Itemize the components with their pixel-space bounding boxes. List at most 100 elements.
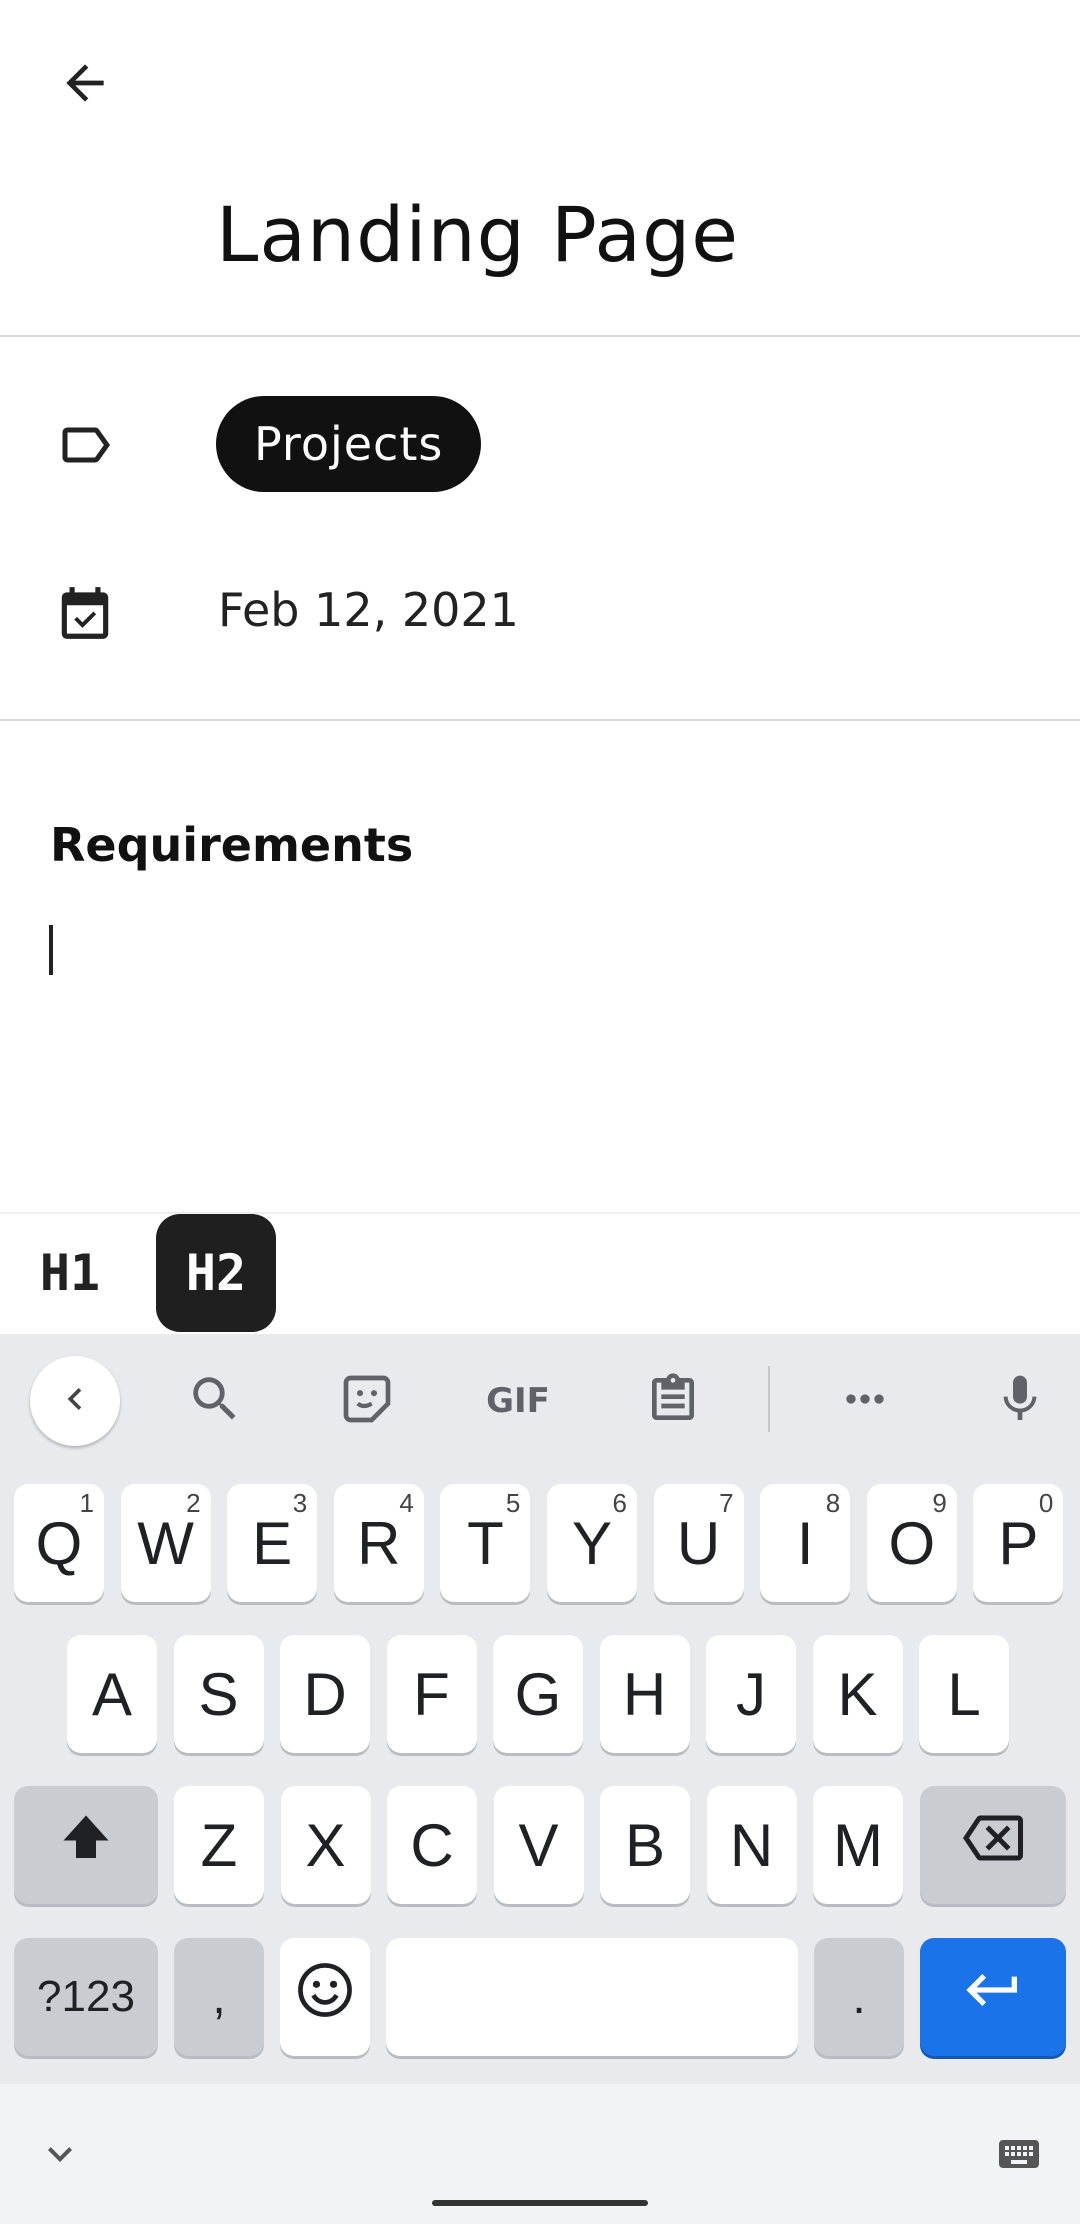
key-m[interactable]: M <box>813 1786 903 1904</box>
emoji-key[interactable] <box>280 1938 370 2056</box>
key-label: O <box>888 1509 936 1577</box>
section-heading: Requirements <box>50 818 414 872</box>
key-label: Z <box>200 1811 238 1879</box>
key-p[interactable]: P0 <box>973 1484 1064 1602</box>
heading-1-button[interactable]: H1 <box>20 1214 120 1332</box>
key-c[interactable]: C <box>387 1786 477 1904</box>
key-d[interactable]: D <box>280 1635 370 1753</box>
key-label: V <box>518 1811 559 1879</box>
key-label: E <box>252 1509 293 1577</box>
key-t[interactable]: T5 <box>440 1484 531 1602</box>
key-label: R <box>357 1509 401 1577</box>
clipboard-icon <box>645 1371 701 1431</box>
key-label: M <box>833 1811 883 1879</box>
emoji-icon <box>294 1959 356 2035</box>
header-divider <box>0 335 1080 337</box>
key-r[interactable]: R4 <box>333 1484 424 1602</box>
key-o[interactable]: O9 <box>866 1484 957 1602</box>
key-hint: 0 <box>1038 1488 1054 1518</box>
key-label: U <box>676 1509 721 1577</box>
key-g[interactable]: G <box>493 1635 583 1753</box>
key-label: B <box>624 1811 666 1879</box>
key-hint: 5 <box>505 1488 521 1518</box>
keyboard-menu-button[interactable] <box>30 1356 120 1446</box>
key-label: Y <box>571 1509 613 1577</box>
page-title[interactable]: Landing Page <box>216 180 739 290</box>
tag-chip[interactable]: Projects <box>216 396 482 492</box>
key-label: N <box>729 1811 774 1879</box>
comma-key[interactable]: , <box>174 1938 264 2056</box>
key-label: D <box>303 1660 347 1728</box>
key-label: J <box>736 1660 766 1728</box>
key-label: P <box>998 1509 1039 1577</box>
sticker-icon <box>339 1371 395 1431</box>
key-label: A <box>91 1660 133 1728</box>
hide-keyboard-button[interactable] <box>36 2130 84 2178</box>
search-icon <box>186 1370 244 1432</box>
key-label: G <box>514 1660 562 1728</box>
note-body-editor[interactable] <box>40 900 1040 1200</box>
key-label: C <box>410 1811 454 1879</box>
gif-button[interactable]: GIF <box>473 1356 563 1446</box>
key-hint: 6 <box>612 1488 627 1518</box>
key-hint: 3 <box>292 1488 308 1518</box>
key-label: S <box>198 1660 239 1728</box>
home-indicator <box>432 2200 648 2206</box>
key-label: L <box>947 1660 981 1728</box>
symbols-key[interactable]: ?123 <box>14 1938 158 2056</box>
more-button[interactable] <box>820 1356 910 1446</box>
key-s[interactable]: S <box>173 1635 264 1753</box>
key-k[interactable]: K <box>812 1635 903 1753</box>
date-field[interactable]: Feb 12, 2021 <box>218 580 519 640</box>
clipboard-button[interactable] <box>628 1356 718 1446</box>
microphone-icon <box>992 1371 1048 1431</box>
key-hint: 8 <box>825 1488 841 1518</box>
key-x[interactable]: X <box>280 1786 371 1904</box>
key-v[interactable]: V <box>493 1786 584 1904</box>
more-horiz-icon <box>837 1371 893 1431</box>
label-icon <box>50 410 120 480</box>
arrow-back-icon <box>57 55 113 115</box>
key-j[interactable]: J <box>706 1635 796 1753</box>
search-button[interactable] <box>170 1356 260 1446</box>
period-key[interactable]: . <box>814 1938 904 2056</box>
enter-key[interactable] <box>920 1938 1066 2056</box>
backspace-key[interactable] <box>920 1786 1066 1904</box>
key-u[interactable]: U7 <box>653 1484 744 1602</box>
key-w[interactable]: W2 <box>120 1484 211 1602</box>
sticker-button[interactable] <box>322 1356 412 1446</box>
key-hint: 4 <box>399 1488 414 1518</box>
calendar-check-icon <box>50 578 120 648</box>
key-label: X <box>305 1811 346 1879</box>
key-i[interactable]: I8 <box>760 1484 851 1602</box>
key-y[interactable]: Y6 <box>547 1484 637 1602</box>
key-h[interactable]: H <box>599 1635 690 1753</box>
meta-divider <box>0 719 1080 721</box>
shift-key[interactable] <box>14 1786 158 1904</box>
key-label: H <box>622 1660 667 1728</box>
key-label: K <box>837 1660 878 1728</box>
key-label: T <box>467 1509 504 1577</box>
key-q[interactable]: Q1 <box>14 1484 104 1602</box>
keyboard-icon <box>992 2140 1046 2182</box>
text-cursor <box>49 925 53 975</box>
key-z[interactable]: Z <box>174 1786 264 1904</box>
key-f[interactable]: F <box>386 1635 477 1753</box>
voice-input-button[interactable] <box>975 1356 1065 1446</box>
back-button[interactable] <box>40 40 130 130</box>
shift-arrow-icon <box>56 1808 116 1882</box>
toolbar-separator <box>768 1366 770 1432</box>
key-n[interactable]: N <box>706 1786 797 1904</box>
key-hint: 2 <box>186 1488 201 1518</box>
key-l[interactable]: L <box>919 1635 1009 1753</box>
chevron-down-icon <box>36 2147 84 2182</box>
key-hint: 9 <box>932 1488 947 1518</box>
key-label: I <box>796 1509 814 1577</box>
key-a[interactable]: A <box>67 1635 157 1753</box>
heading-2-button[interactable]: H2 <box>156 1214 276 1332</box>
switch-keyboard-button[interactable] <box>992 2130 1046 2178</box>
key-e[interactable]: E3 <box>227 1484 318 1602</box>
backspace-icon <box>956 1808 1030 1882</box>
space-key[interactable] <box>386 1938 798 2056</box>
key-b[interactable]: B <box>600 1786 690 1904</box>
